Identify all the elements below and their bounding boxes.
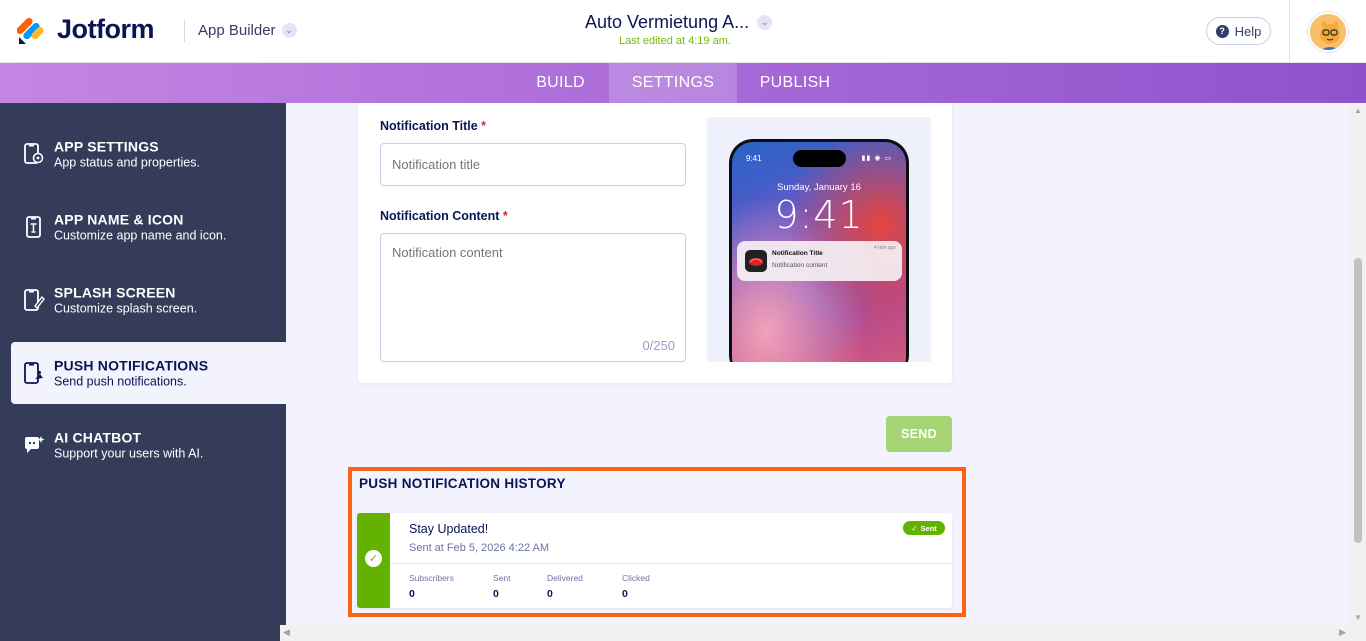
sidebar-item-ai-chatbot[interactable]: AI CHATBOT Support your users with AI. <box>11 414 286 476</box>
stat-sent: Sent 0 <box>493 573 511 600</box>
scroll-right-icon[interactable]: ▶ <box>1339 627 1346 638</box>
phone-mockup: 9:41 ▮▮ ◉ ▭ Sunday, January 16 9:41 Noti… <box>729 139 909 362</box>
phone-preview-panel: 9:41 ▮▮ ◉ ▭ Sunday, January 16 9:41 Noti… <box>707 117 931 362</box>
notification-content-label-text: Notification Content <box>380 209 500 223</box>
sidebar-item-subtitle: Customize app name and icon. <box>54 228 227 243</box>
notification-content-label: Notification Content * <box>380 209 508 223</box>
history-entry-card[interactable]: ✓ Stay Updated! Sent at Feb 5, 2026 4:22… <box>357 513 952 608</box>
check-circle-icon: ✓ <box>365 550 382 567</box>
product-switcher-label: App Builder <box>198 22 276 39</box>
last-edited-status: Last edited at 4:19 am. <box>619 35 731 47</box>
history-entry-date: Sent at Feb 5, 2026 4:22 AM <box>409 542 550 554</box>
sidebar-item-subtitle: Support your users with AI. <box>54 446 204 461</box>
tab-build[interactable]: BUILD <box>512 63 609 103</box>
help-icon: ? <box>1215 24 1229 38</box>
sidebar-item-title: APP NAME & ICON <box>54 211 184 228</box>
status-badge-label: Sent <box>920 523 937 533</box>
stat-clicked: Clicked 0 <box>622 573 650 600</box>
notification-preview-body: Notification content <box>772 262 828 269</box>
app-icon <box>745 250 767 272</box>
header-divider <box>184 20 185 42</box>
stat-value: 0 <box>622 588 628 600</box>
ai-chatbot-icon <box>25 436 45 453</box>
chevron-down-icon: ⌄ <box>281 23 297 38</box>
stat-subscribers: Subscribers 0 <box>409 573 454 600</box>
app-title-block[interactable]: Auto Vermietung A... ⌄ Last edited at 4:… <box>585 12 773 47</box>
brand-name: Jotform <box>57 14 155 44</box>
notification-preview: Notification Title Notification content … <box>737 241 902 281</box>
user-avatar[interactable] <box>1308 12 1348 52</box>
notification-preview-title: Notification Title <box>772 250 823 257</box>
top-header: Jotform App Builder ⌄ Auto Vermietung A.… <box>0 0 1366 63</box>
sidebar-item-app-settings[interactable]: APP SETTINGS App status and properties. <box>11 123 286 185</box>
stat-label: Sent <box>493 573 511 583</box>
product-switcher[interactable]: App Builder ⌄ <box>198 22 297 39</box>
stat-value: 0 <box>409 588 415 600</box>
tab-publish[interactable]: PUBLISH <box>737 63 853 103</box>
required-mark: * <box>502 209 508 223</box>
status-badge: ✓ Sent <box>903 521 945 535</box>
notification-content-wrapper: 0/250 <box>380 233 686 362</box>
sidebar-item-subtitle: Send push notifications. <box>54 374 187 389</box>
sidebar-item-splash-screen[interactable]: SPLASH SCREEN Customize splash screen. <box>11 269 286 331</box>
stat-delivered: Delivered 0 <box>547 573 583 600</box>
history-entry-divider <box>390 563 952 564</box>
sidebar-item-title: AI CHATBOT <box>54 429 142 446</box>
notification-title-label-text: Notification Title <box>380 119 478 133</box>
chevron-down-icon[interactable]: ⌄ <box>757 15 773 30</box>
stat-label: Clicked <box>622 573 650 583</box>
scrollbar-thumb[interactable] <box>1354 258 1362 543</box>
app-settings-icon <box>24 143 44 164</box>
status-strip: ✓ <box>357 513 390 608</box>
sidebar-item-title: APP SETTINGS <box>54 138 159 155</box>
scroll-up-icon[interactable]: ▲ <box>1354 106 1362 115</box>
stat-label: Subscribers <box>409 573 454 583</box>
signal-battery-icons: ▮▮ ◉ ▭ <box>861 155 892 162</box>
tab-settings[interactable]: SETTINGS <box>609 63 737 103</box>
scroll-left-icon[interactable]: ◀ <box>283 627 290 638</box>
sidebar-item-subtitle: Customize splash screen. <box>54 301 198 316</box>
sidebar-item-push-notifications[interactable]: PUSH NOTIFICATIONS Send push notificatio… <box>11 342 286 404</box>
lock-screen-time: 9:41 <box>774 193 864 237</box>
horizontal-scrollbar[interactable]: ◀ ▶ <box>280 625 1366 641</box>
push-notification-icon <box>24 362 43 384</box>
jotform-logo-icon <box>17 17 44 44</box>
phone-lock-screen: 9:41 ▮▮ ◉ ▭ Sunday, January 16 9:41 Noti… <box>732 142 906 362</box>
status-bar-time: 9:41 <box>746 154 762 163</box>
dynamic-island <box>793 150 846 167</box>
required-mark: * <box>481 119 487 133</box>
app-name-icon <box>26 216 41 238</box>
lock-screen-date: Sunday, January 16 <box>777 182 861 193</box>
app-logo-icon <box>749 258 763 266</box>
send-button[interactable]: SEND <box>886 416 952 452</box>
character-counter: 0/250 <box>642 338 675 353</box>
avatar-illustration <box>1310 14 1346 50</box>
notification-title-input[interactable] <box>380 143 686 186</box>
stat-value: 0 <box>493 588 499 600</box>
app-title: Auto Vermietung A... <box>585 12 750 32</box>
jotform-logo[interactable]: Jotform <box>17 14 155 45</box>
main-tab-bar: BUILD SETTINGS PUBLISH <box>0 63 1366 103</box>
help-button[interactable]: ? Help <box>1206 17 1271 45</box>
settings-sidebar: APP SETTINGS App status and properties. … <box>0 103 286 641</box>
notification-title-label: Notification Title * <box>380 119 486 133</box>
sidebar-item-title: PUSH NOTIFICATIONS <box>54 357 209 374</box>
help-label: Help <box>1234 23 1262 39</box>
check-icon: ✓ <box>911 523 918 533</box>
splash-screen-icon <box>24 289 45 311</box>
sidebar-item-app-name-icon[interactable]: APP NAME & ICON Customize app name and i… <box>11 196 286 258</box>
header-divider-right <box>1289 0 1290 63</box>
scroll-down-icon[interactable]: ▼ <box>1354 613 1362 622</box>
sidebar-item-subtitle: App status and properties. <box>54 155 200 170</box>
vertical-scrollbar[interactable]: ▲ ▼ <box>1350 103 1366 625</box>
stat-value: 0 <box>547 588 553 600</box>
sidebar-item-title: SPLASH SCREEN <box>54 284 176 301</box>
notification-preview-time: 4 min ago <box>874 245 896 251</box>
history-entry-title: Stay Updated! <box>409 522 489 536</box>
stat-label: Delivered <box>547 573 583 583</box>
history-section-title: PUSH NOTIFICATION HISTORY <box>359 476 566 491</box>
notification-content-textarea[interactable] <box>380 233 686 362</box>
notification-form-card: Notification Title * Notification Conten… <box>358 103 952 383</box>
